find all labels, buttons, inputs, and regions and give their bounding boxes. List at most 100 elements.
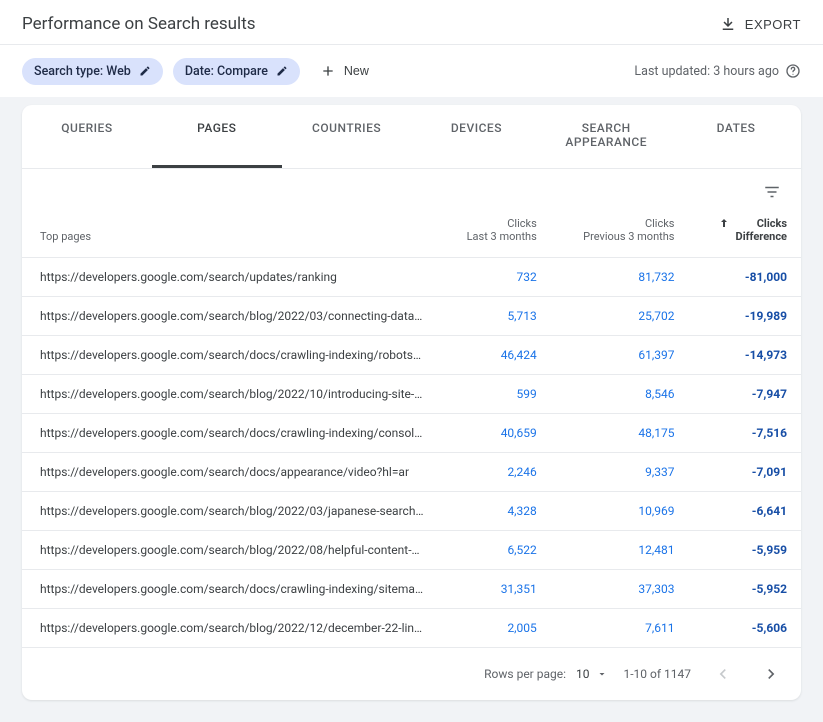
table-toolbar (22, 169, 801, 207)
cell-url: https://developers.google.com/search/doc… (22, 336, 438, 375)
rows-per-page-select[interactable]: 10 (576, 667, 608, 681)
cell-clicks-prev: 48,175 (551, 414, 689, 453)
th-clicks-last-l2: Last 3 months (452, 230, 537, 243)
cell-clicks-diff: -5,959 (689, 531, 802, 570)
table-row[interactable]: https://developers.google.com/search/upd… (22, 258, 801, 297)
th-clicks-last[interactable]: Clicks Last 3 months (438, 207, 551, 258)
th-clicks-last-l1: Clicks (452, 217, 537, 230)
table-filter-button[interactable] (757, 177, 787, 207)
filters-bar: Search type: Web Date: Compare New Last … (0, 45, 823, 97)
table-row[interactable]: https://developers.google.com/search/blo… (22, 609, 801, 648)
export-button[interactable]: EXPORT (719, 15, 801, 33)
cell-clicks-diff: -7,516 (689, 414, 802, 453)
tabs: QUERIES PAGES COUNTRIES DEVICES SEARCH A… (22, 105, 801, 169)
tab-dates[interactable]: DATES (671, 105, 801, 168)
download-icon (719, 15, 737, 33)
plus-icon (320, 63, 336, 79)
table-row[interactable]: https://developers.google.com/search/blo… (22, 375, 801, 414)
cell-clicks-last: 31,351 (438, 570, 551, 609)
table-header-row: Top pages Clicks Last 3 months Clicks Pr… (22, 207, 801, 258)
cell-clicks-last: 6,522 (438, 531, 551, 570)
table-row[interactable]: https://developers.google.com/search/blo… (22, 531, 801, 570)
cell-clicks-prev: 10,969 (551, 492, 689, 531)
cell-clicks-prev: 7,611 (551, 609, 689, 648)
cell-clicks-last: 599 (438, 375, 551, 414)
report-card: QUERIES PAGES COUNTRIES DEVICES SEARCH A… (22, 105, 801, 700)
cell-clicks-last: 2,005 (438, 609, 551, 648)
table-row[interactable]: https://developers.google.com/search/blo… (22, 492, 801, 531)
th-clicks-prev-l2: Previous 3 months (565, 230, 675, 243)
cell-clicks-prev: 37,303 (551, 570, 689, 609)
cell-clicks-diff: -14,973 (689, 336, 802, 375)
sort-arrow-up-icon (718, 217, 730, 229)
cell-clicks-prev: 81,732 (551, 258, 689, 297)
tab-pages[interactable]: PAGES (152, 105, 282, 168)
th-clicks-diff[interactable]: Clicks Difference (689, 207, 802, 258)
pager-range: 1-10 of 1147 (624, 667, 692, 681)
th-top-pages[interactable]: Top pages (22, 207, 438, 258)
last-updated-text: Last updated: 3 hours ago (634, 64, 779, 79)
cell-clicks-prev: 8,546 (551, 375, 689, 414)
cell-clicks-diff: -6,641 (689, 492, 802, 531)
table-row[interactable]: https://developers.google.com/search/doc… (22, 336, 801, 375)
table-row[interactable]: https://developers.google.com/search/blo… (22, 297, 801, 336)
cell-clicks-last: 46,424 (438, 336, 551, 375)
th-clicks-prev-l1: Clicks (565, 217, 675, 230)
filter-chip-search-type-label: Search type: Web (34, 64, 131, 79)
rows-per-page-value: 10 (576, 667, 590, 681)
filters-left: Search type: Web Date: Compare New (22, 57, 379, 85)
pager-next-button[interactable] (755, 658, 787, 690)
table-row[interactable]: https://developers.google.com/search/doc… (22, 414, 801, 453)
cell-clicks-prev: 61,397 (551, 336, 689, 375)
cell-url: https://developers.google.com/search/doc… (22, 453, 438, 492)
cell-clicks-diff: -7,947 (689, 375, 802, 414)
cell-url: https://developers.google.com/search/blo… (22, 531, 438, 570)
cell-clicks-diff: -19,989 (689, 297, 802, 336)
pencil-icon (139, 65, 151, 77)
header-bar: Performance on Search results EXPORT (0, 0, 823, 45)
last-updated: Last updated: 3 hours ago (634, 63, 801, 79)
cell-url: https://developers.google.com/search/blo… (22, 609, 438, 648)
cell-url: https://developers.google.com/search/doc… (22, 570, 438, 609)
table-row[interactable]: https://developers.google.com/search/doc… (22, 570, 801, 609)
dropdown-arrow-icon (596, 668, 608, 680)
pager-prev-button[interactable] (707, 658, 739, 690)
new-filter-button[interactable]: New (310, 57, 379, 85)
pager: Rows per page: 10 1-10 of 1147 (22, 648, 801, 700)
pencil-icon (276, 65, 288, 77)
tab-queries[interactable]: QUERIES (22, 105, 152, 168)
cell-url: https://developers.google.com/search/blo… (22, 297, 438, 336)
cell-url: https://developers.google.com/search/upd… (22, 258, 438, 297)
cell-clicks-last: 2,246 (438, 453, 551, 492)
cell-clicks-diff: -81,000 (689, 258, 802, 297)
th-clicks-prev[interactable]: Clicks Previous 3 months (551, 207, 689, 258)
cell-url: https://developers.google.com/search/doc… (22, 414, 438, 453)
filter-chip-search-type[interactable]: Search type: Web (22, 58, 163, 85)
cell-clicks-prev: 9,337 (551, 453, 689, 492)
cell-clicks-diff: -7,091 (689, 453, 802, 492)
rows-per-page-label: Rows per page: (484, 667, 566, 681)
filter-chip-date-label: Date: Compare (185, 64, 268, 79)
export-label: EXPORT (745, 17, 801, 32)
filter-chip-date[interactable]: Date: Compare (173, 58, 300, 85)
tab-countries[interactable]: COUNTRIES (282, 105, 412, 168)
th-clicks-diff-l2: Difference (736, 230, 787, 243)
cell-clicks-last: 40,659 (438, 414, 551, 453)
cell-clicks-diff: -5,952 (689, 570, 802, 609)
cell-url: https://developers.google.com/search/blo… (22, 492, 438, 531)
tab-devices[interactable]: DEVICES (411, 105, 541, 168)
cell-clicks-last: 4,328 (438, 492, 551, 531)
pages-table: Top pages Clicks Last 3 months Clicks Pr… (22, 207, 801, 648)
th-clicks-diff-l1: Clicks (736, 217, 787, 230)
page-title: Performance on Search results (22, 14, 256, 34)
cell-clicks-last: 5,713 (438, 297, 551, 336)
table-row[interactable]: https://developers.google.com/search/doc… (22, 453, 801, 492)
cell-clicks-last: 732 (438, 258, 551, 297)
tab-search-appearance[interactable]: SEARCH APPEARANCE (541, 105, 671, 168)
chevron-right-icon (761, 664, 781, 684)
cell-clicks-prev: 12,481 (551, 531, 689, 570)
new-filter-label: New (344, 64, 369, 78)
cell-clicks-diff: -5,606 (689, 609, 802, 648)
cell-clicks-prev: 25,702 (551, 297, 689, 336)
help-icon[interactable] (785, 63, 801, 79)
